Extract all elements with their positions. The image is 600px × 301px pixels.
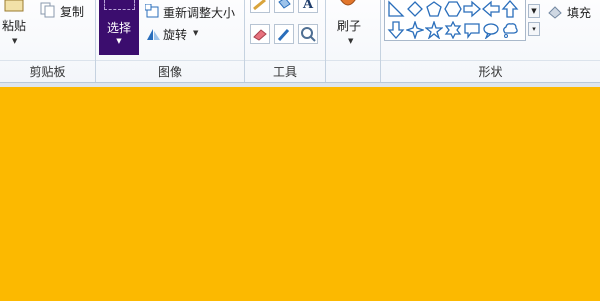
paste-label: 粘贴 [2, 19, 27, 33]
hexagon-shape-icon[interactable] [444, 0, 462, 18]
eraser-tool[interactable] [250, 24, 270, 44]
brushes-label: 刷子 [337, 19, 362, 33]
eraser-icon [253, 29, 267, 41]
fill-label: 填充 [567, 6, 592, 20]
text-icon: A [302, 0, 314, 12]
pencil-icon [253, 0, 266, 11]
divider [381, 60, 600, 61]
callout-oval-shape-icon[interactable] [482, 21, 500, 39]
arrow-left-shape-icon[interactable] [482, 0, 500, 18]
color-picker-tool[interactable] [274, 24, 294, 44]
clipboard-icon [4, 0, 24, 12]
eyedropper-icon [277, 28, 290, 42]
star-six-shape-icon[interactable] [444, 21, 462, 39]
resize-button[interactable]: 重新调整大小 [145, 3, 241, 21]
pencil-tool[interactable] [250, 0, 270, 13]
fill-icon [548, 6, 562, 19]
chevron-down-icon: ▼ [12, 37, 18, 45]
brushes-button[interactable]: 刷子 ▼ [330, 0, 376, 56]
callout-rect-shape-icon[interactable] [463, 21, 481, 39]
shapes-scroll-down-button[interactable]: ▼ [528, 4, 540, 18]
triangle-right-shape-icon[interactable] [387, 0, 405, 18]
group-label-tools: 工具 [272, 65, 297, 79]
paste-button[interactable]: 粘贴 ▼ [0, 0, 36, 56]
divider [0, 60, 95, 61]
star-five-shape-icon[interactable] [425, 21, 443, 39]
chevron-down-icon: ▼ [193, 29, 199, 37]
chevron-down-icon: ▼ [116, 37, 122, 45]
group-label-shapes: 形状 [478, 65, 503, 79]
ribbon: 粘贴 ▼ 复制 剪贴板 选择 ▼ 重新调整大小 旋转 ▼ 图像 A 工具 刷子 … [0, 0, 600, 82]
selection-rect-icon [104, 0, 135, 10]
rotate-button[interactable]: 旋转 ▼ [145, 25, 205, 43]
select-label: 选择 [106, 21, 131, 35]
divider [326, 60, 380, 61]
shapes-expand-button[interactable]: ▾ [528, 22, 540, 36]
svg-text:A: A [302, 0, 314, 12]
fill-tool[interactable] [274, 0, 294, 13]
arrow-up-shape-icon[interactable] [501, 0, 519, 18]
rotate-label: 旋转 [163, 28, 188, 42]
drawing-canvas[interactable] [0, 87, 600, 301]
text-tool[interactable]: A [298, 0, 318, 13]
fill-button[interactable]: 填充 [546, 3, 596, 21]
shapes-gallery [384, 0, 526, 41]
fill-bucket-icon [278, 0, 291, 9]
arrow-down-shape-icon[interactable] [387, 21, 405, 39]
resize-icon [145, 4, 159, 18]
select-button[interactable]: 选择 ▼ [99, 0, 139, 55]
chevron-down-icon: ▼ [348, 37, 354, 45]
rotate-icon [147, 29, 160, 40]
pentagon-shape-icon[interactable] [425, 0, 443, 18]
star-four-shape-icon[interactable] [406, 21, 424, 39]
callout-cloud-shape-icon[interactable] [501, 21, 519, 39]
divider [96, 60, 244, 61]
group-label-image: 图像 [157, 65, 182, 79]
copy-label: 复制 [60, 5, 85, 19]
group-label-clipboard: 剪贴板 [29, 65, 66, 79]
diamond-shape-icon[interactable] [406, 0, 424, 18]
arrow-right-shape-icon[interactable] [463, 0, 481, 18]
copy-button[interactable]: 复制 [40, 2, 92, 20]
resize-label: 重新调整大小 [163, 6, 236, 20]
magnifier-icon [301, 27, 316, 42]
magnifier-tool[interactable] [298, 24, 318, 44]
copy-icon [40, 2, 55, 18]
brush-icon [340, 0, 356, 6]
group-separator [325, 0, 326, 82]
divider [245, 60, 325, 61]
